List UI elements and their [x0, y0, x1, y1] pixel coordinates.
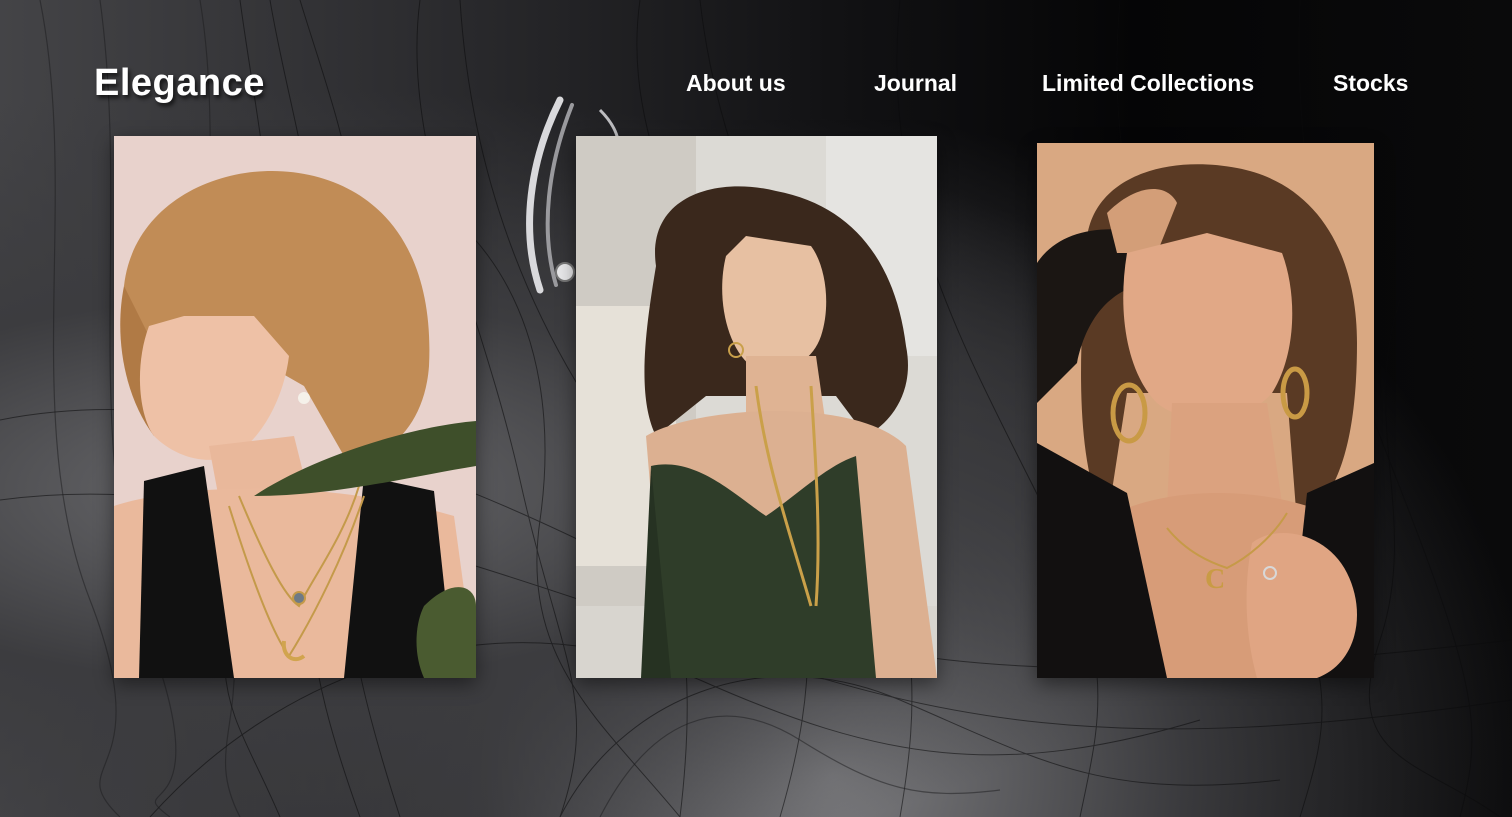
main-navigation: About us Journal Limited Collections Sto… [0, 70, 1512, 100]
nav-link-journal[interactable]: Journal [874, 70, 957, 97]
curly-model-image [576, 136, 937, 678]
nav-link-limited-collections[interactable]: Limited Collections [1042, 70, 1254, 97]
gallery-photo-blonde-model[interactable] [114, 136, 476, 678]
hoop-earrings-model-image: C [1037, 143, 1374, 678]
nav-link-about-us[interactable]: About us [686, 70, 786, 97]
gallery-photo-hoop-earrings-model[interactable]: C [1037, 143, 1374, 678]
landing-page: Elegance About us Journal Limited Collec… [0, 0, 1512, 817]
gallery-photo-curly-model[interactable] [576, 136, 937, 678]
nav-link-stocks[interactable]: Stocks [1333, 70, 1408, 97]
blonde-model-image [114, 136, 476, 678]
svg-text:C: C [1205, 564, 1225, 595]
